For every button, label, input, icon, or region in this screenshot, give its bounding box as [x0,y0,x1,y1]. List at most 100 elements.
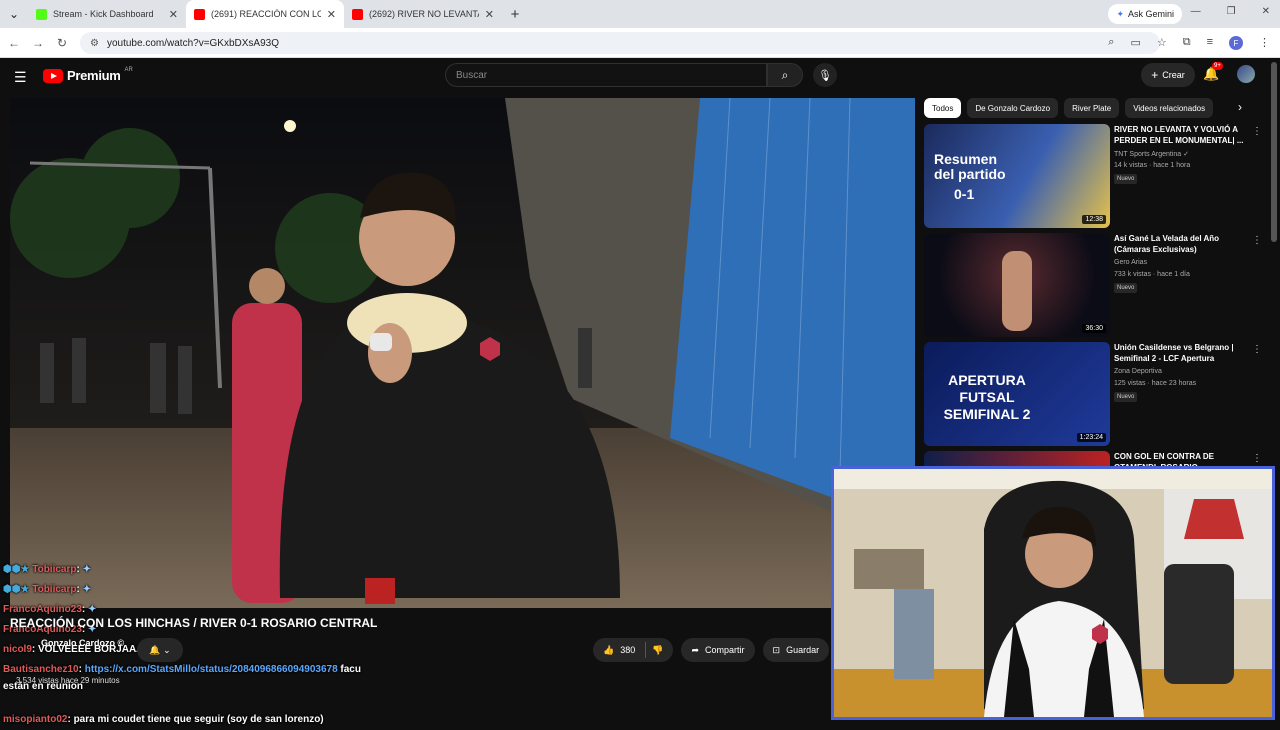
close-icon[interactable]: ✕ [327,8,336,21]
video-thumbnail[interactable]: 36:30 [924,233,1110,337]
tab-search-icon[interactable]: ⌄ [0,0,28,28]
chat-user: Bautisanchez10 [3,664,79,675]
tab-title: (2691) REACCIÓN CON LOS HIN [211,9,321,19]
youtube-logo[interactable]: Premium AR [43,66,133,83]
address-bar-row: ← → ↻ ⚙ youtube.com/watch?v=GKxbDXsA93Q … [0,28,1280,58]
badge-icon: ⬢⬢★ [3,584,33,595]
youtube-play-icon [43,68,63,83]
share-button[interactable]: ➦ Compartir [681,638,755,662]
more-options-icon[interactable]: ⋮ [1252,126,1262,137]
browser-menu-icon[interactable]: ⋮ [1259,36,1270,50]
url-text: youtube.com/watch?v=GKxbDXsA93Q [106,37,279,49]
related-stats: 125 vistas · hace 23 horas [1114,380,1197,387]
window-controls: — ❐ ✕ [1191,6,1270,17]
chat-link[interactable]: https://x.com/StatsMillo/status/20840968… [85,664,338,675]
new-tab-button[interactable]: + [502,6,528,23]
chip-all[interactable]: Todos [924,98,962,118]
emote-icon: ✦ [79,564,91,575]
share-label: Compartir [705,645,745,655]
region-code: AR [124,66,133,73]
chat-message: ⬢⬢★ Tobiicarp: ✦ [3,580,523,600]
browser-actions: ⌕ ▭ ☆ ⧉ ≡ F ⋮ [1108,36,1270,50]
thumbs-up-icon: 👍 [603,644,615,655]
subscribed-button[interactable]: 🔔 ⌄ [137,638,183,662]
chat-message: misopianto02: para mi coudet tiene que s… [3,710,523,730]
more-options-icon[interactable]: ⋮ [1252,453,1262,464]
forward-icon[interactable]: → [26,36,50,50]
notifications-button[interactable]: 🔔 9+ [1203,62,1223,82]
chip-related[interactable]: Videos relacionados [1125,98,1214,118]
more-options-icon[interactable]: ⋮ [1252,344,1262,355]
close-window-icon[interactable]: ✕ [1262,6,1270,17]
chat-text-tail: facu [337,664,361,675]
thumbs-down-icon[interactable]: 👎 [652,645,663,656]
restore-icon[interactable]: ❐ [1227,6,1236,17]
ask-gemini-button[interactable]: ✦ Ask Gemini [1108,4,1182,24]
related-stats: 733 k vistas · hace 1 día [1114,271,1190,278]
divider [645,642,647,658]
kick-icon [36,8,47,20]
search-icon: ⌕ [781,67,789,82]
video-stats: 3.534 vistas hace 29 minutos [16,676,120,685]
like-count: 380 [620,645,636,655]
search-input[interactable]: Buscar [445,63,767,87]
minimize-icon[interactable]: — [1191,6,1201,17]
chat-text: : [78,664,82,675]
related-channel: Zona Deportiva [1114,368,1162,375]
close-icon[interactable]: ✕ [485,8,494,21]
tab-title: (2692) RIVER NO LEVANTA Y VC [369,9,479,19]
search-button[interactable]: ⌕ [767,63,803,87]
related-video-card[interactable]: Resumen del partido 0-1 12:38 RIVER NO L… [924,124,1264,228]
new-badge: Nuevo [1114,392,1138,402]
badge-icon: ⬢⬢★ [3,564,33,575]
close-icon[interactable]: ✕ [169,8,178,21]
media-icon[interactable]: ≡ [1207,36,1213,50]
url-field[interactable]: ⚙ youtube.com/watch?v=GKxbDXsA93Q [80,32,1160,54]
youtube-header: ☰ Premium AR Buscar ⌕ 🎙 + Crear 🔔 9+ [0,58,1280,98]
gemini-label: Ask Gemini [1127,9,1174,19]
gemini-icon: ✦ [1116,8,1124,19]
video-duration: 12:38 [1082,215,1106,224]
reload-icon[interactable]: ↻ [50,36,74,50]
related-filter-chips: Todos De Gonzalo Cardozo River Plate Vid… [924,98,1214,118]
thumbnail-title: Resumen del partido [934,151,1006,182]
like-button[interactable]: 👍 380 👎 [593,638,674,662]
more-options-icon[interactable]: ⋮ [1252,235,1262,246]
browser-tab-kick[interactable]: Stream - Kick Dashboard ✕ [28,0,186,28]
extensions-icon[interactable]: ⧉ [1183,36,1191,50]
back-icon[interactable]: ← [2,36,26,50]
chip-river-plate[interactable]: River Plate [1064,98,1120,118]
voice-search-button[interactable]: 🎙 [813,63,837,87]
save-button[interactable]: ⊡ Guardar [762,638,830,662]
related-video-card[interactable]: 36:30 Así Gané La Velada del Año (Cámara… [924,233,1264,337]
account-avatar[interactable] [1237,65,1255,83]
chat-message: ⬢⬢★ Tobiicarp: ✦ [3,560,523,580]
browser-tab-river[interactable]: (2692) RIVER NO LEVANTA Y VC ✕ [344,0,502,28]
related-stats: 14 k vistas · hace 1 hora [1114,162,1191,169]
chat-user: Tobiicarp [32,564,77,575]
thumbnail-score: 0-1 [954,186,975,202]
video-duration: 36:30 [1082,324,1106,333]
menu-icon[interactable]: ☰ [14,69,27,86]
new-badge: Nuevo [1114,283,1138,293]
cast-icon[interactable]: ▭ [1130,36,1140,50]
related-video-card[interactable]: APERTURA FUTSAL SEMIFINAL 2 1:23:24 Unió… [924,342,1264,446]
create-button[interactable]: + Crear [1141,63,1195,87]
video-thumbnail[interactable]: Resumen del partido 0-1 12:38 [924,124,1110,228]
emote-icon: ✦ [85,604,97,615]
site-info-icon[interactable]: ⚙ [90,38,99,49]
webcam-feed [834,469,1272,717]
chip-channel[interactable]: De Gonzalo Cardozo [967,98,1059,118]
profile-avatar[interactable]: F [1229,36,1243,50]
browser-tab-reaccion[interactable]: (2691) REACCIÓN CON LOS HIN ✕ [186,0,344,28]
video-duration: 1:23:24 [1076,433,1106,442]
youtube-icon [194,8,205,20]
channel-name[interactable]: Gonzalo Cardozo © [41,638,124,648]
mic-icon: 🎙 [818,69,832,82]
video-thumbnail[interactable]: APERTURA FUTSAL SEMIFINAL 2 1:23:24 [924,342,1110,446]
page-scrollbar[interactable] [1271,62,1277,242]
bookmark-star-icon[interactable]: ☆ [1157,36,1167,50]
video-player[interactable] [10,98,915,608]
zoom-icon[interactable]: ⌕ [1108,36,1114,50]
chevron-right-icon[interactable]: › [1238,100,1242,114]
